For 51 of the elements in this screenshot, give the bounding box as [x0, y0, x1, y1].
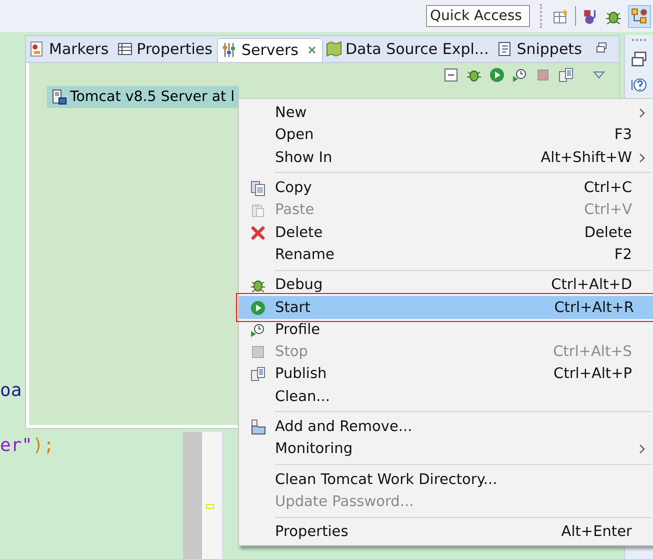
menu-item[interactable]: Copy Ctrl+C	[241, 176, 652, 200]
restore-icon[interactable]	[631, 51, 647, 67]
help-icon[interactable]	[631, 77, 647, 93]
tab[interactable]: Properties	[114, 38, 218, 62]
menu-item[interactable]: Debug Ctrl+Alt+D	[241, 274, 652, 296]
menu-item[interactable]: Start Ctrl+Alt+R	[239, 296, 653, 319]
stopwatch-play-icon	[250, 322, 266, 338]
publish-icon	[250, 366, 266, 382]
clipboard-icon	[250, 202, 266, 218]
tab[interactable]: Servers	[217, 38, 322, 62]
close-icon[interactable]	[306, 45, 316, 55]
publish-icon[interactable]	[558, 67, 574, 83]
marker	[206, 504, 214, 509]
code-punctuation: );	[32, 435, 54, 456]
collapse-icon[interactable]	[443, 67, 459, 83]
hierarchy-icon[interactable]	[631, 8, 648, 24]
menu-item[interactable]: Monitoring	[241, 438, 652, 460]
snippets-icon	[496, 40, 513, 56]
copy-icon	[250, 180, 266, 196]
menu-item[interactable]: Rename F2	[241, 244, 652, 266]
perspective-add-icon[interactable]	[552, 8, 569, 24]
restore-icon[interactable]	[596, 42, 607, 53]
stopwatch-play-icon[interactable]	[512, 67, 528, 83]
menu-item[interactable]: New	[241, 102, 652, 124]
menu-item[interactable]: Properties Alt+Enter	[241, 521, 652, 544]
menu-item[interactable]: Delete Delete	[241, 221, 652, 244]
menu-item[interactable]: Add and Remove...	[241, 416, 652, 438]
quick-access-field[interactable]: Quick Access	[426, 5, 530, 27]
code-text: oa	[0, 380, 22, 401]
tab[interactable]: Snippets	[494, 38, 587, 62]
server-icon	[51, 89, 67, 105]
tab[interactable]: Data Source Expl...	[322, 38, 494, 62]
play-icon	[250, 300, 266, 316]
scrollbar[interactable]	[183, 432, 202, 559]
delete-icon	[250, 224, 266, 241]
menu-item[interactable]: Profile	[241, 318, 652, 341]
menu-item[interactable]: Open F3	[241, 124, 652, 147]
servers-icon	[221, 42, 238, 58]
play-icon[interactable]	[489, 67, 505, 83]
table-icon	[116, 40, 133, 56]
server-item[interactable]: Tomcat v8.5 Server at l	[47, 86, 239, 108]
markers-icon	[29, 40, 45, 56]
map-icon	[326, 40, 342, 56]
code-text: er"	[0, 435, 33, 456]
menu-item[interactable]: Clean...	[241, 386, 652, 408]
stop-icon	[250, 344, 266, 360]
menu-item[interactable]: Clean Tomcat Work Directory...	[241, 468, 652, 491]
tab[interactable]: Markers	[26, 38, 114, 62]
folder-icon	[250, 419, 266, 435]
menu-item[interactable]: Show In Alt+Shift+W	[241, 146, 652, 169]
menu-item[interactable]: Publish Ctrl+Alt+P	[241, 363, 652, 386]
